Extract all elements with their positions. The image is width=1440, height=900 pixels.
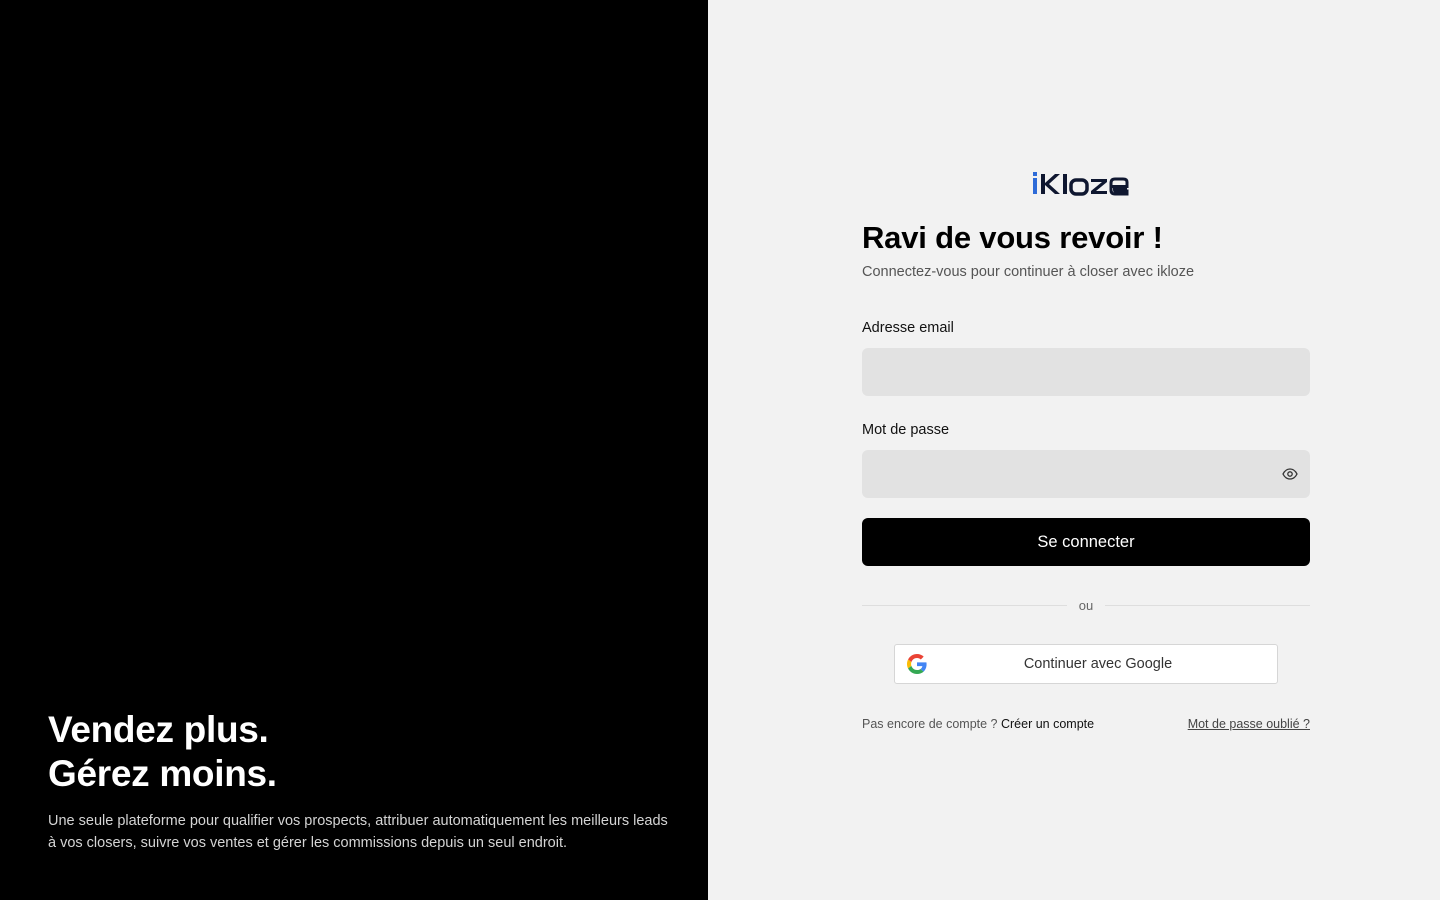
login-title: Ravi de vous revoir ! (862, 220, 1163, 255)
divider-line-left (862, 604, 1067, 606)
hero-panel: Vendez plus. Gérez moins. Une seule plat… (0, 0, 708, 900)
logo-container (862, 168, 1310, 212)
eye-icon[interactable] (1282, 466, 1298, 482)
login-button[interactable]: Se connecter (862, 518, 1310, 566)
hero-content: Vendez plus. Gérez moins. Une seule plat… (48, 708, 668, 854)
google-button-label: Continuer avec Google (1023, 656, 1173, 672)
password-field[interactable] (862, 450, 1310, 498)
forgot-password-link[interactable]: Mot de passe oublié ? (1188, 716, 1310, 732)
login-form: Ravi de vous revoir ! Connectez-vous pou… (862, 168, 1310, 732)
email-field[interactable] (862, 348, 1310, 396)
hero-title-line-2: Gérez moins. (48, 753, 277, 794)
no-account-text: Pas encore de compte ? (862, 717, 998, 731)
hero-title: Vendez plus. Gérez moins. (48, 708, 668, 796)
ikloze-logo (1033, 172, 1129, 196)
login-panel: Ravi de vous revoir ! Connectez-vous pou… (708, 0, 1440, 900)
login-subtitle: Connectez-vous pour continuer à closer a… (862, 264, 1195, 280)
footer-links: Pas encore de compte ? Créer un compte M… (862, 716, 1310, 732)
password-field-wrapper (862, 450, 1310, 498)
email-label: Adresse email (862, 320, 954, 336)
email-field-wrapper (862, 348, 1310, 396)
google-signin-button[interactable]: Continuer avec Google (894, 644, 1278, 684)
divider: ou (862, 596, 1310, 614)
password-label: Mot de passe (862, 422, 950, 438)
hero-title-line-1: Vendez plus. (48, 709, 269, 750)
create-account-link[interactable]: Créer un compte (1001, 717, 1094, 731)
hero-description: Une seule plateforme pour qualifier vos … (48, 813, 668, 851)
divider-line-right (1105, 604, 1310, 606)
signup-prompt: Pas encore de compte ? Créer un compte (862, 716, 1094, 732)
divider-text: ou (1078, 597, 1094, 613)
